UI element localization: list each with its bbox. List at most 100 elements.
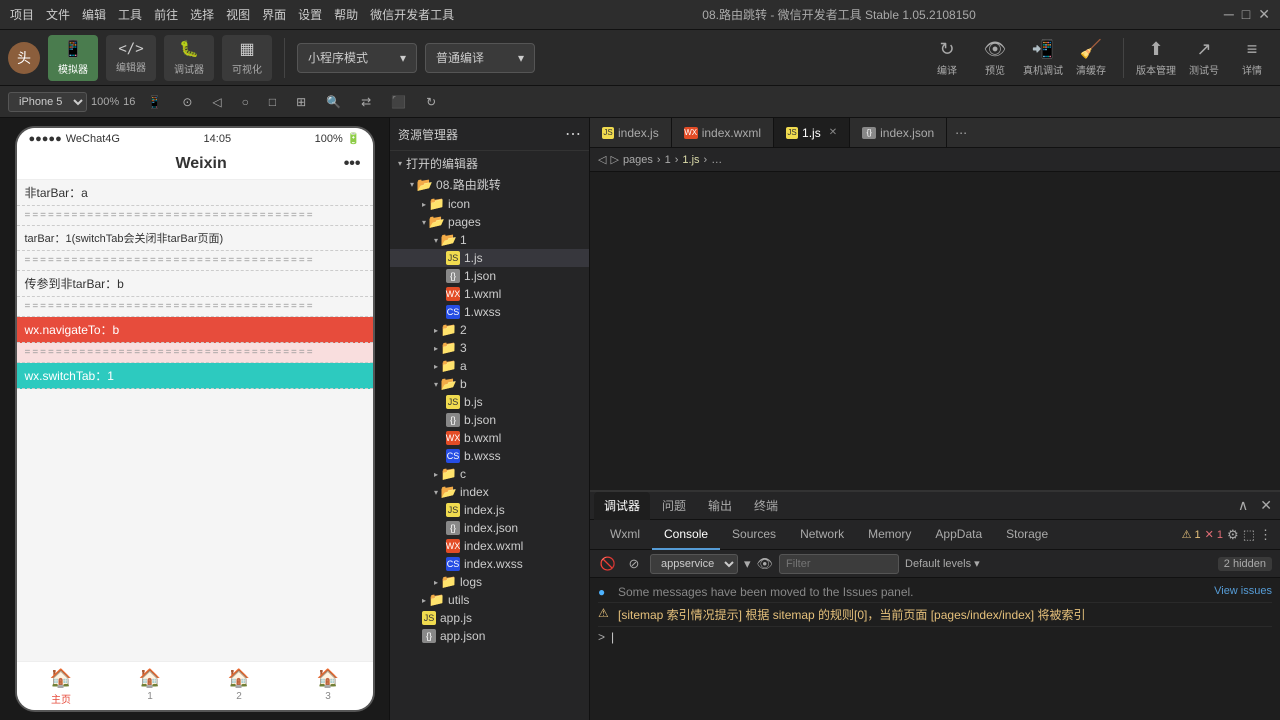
menu-select[interactable]: 选择 <box>190 6 214 23</box>
version-button[interactable]: ⬆ 版本管理 <box>1136 39 1176 77</box>
tab-index-json[interactable]: {} index.json <box>850 118 947 148</box>
menu-tool[interactable]: 工具 <box>118 6 142 23</box>
tab-more[interactable]: ⋯ <box>947 126 975 140</box>
panel-tab-network[interactable]: Network <box>788 520 856 550</box>
explorer-item-index-wxml[interactable]: WX index.wxml <box>390 537 589 555</box>
explorer-item-1-wxss[interactable]: CS 1.wxss <box>390 303 589 321</box>
compile-dropdown[interactable]: 普通编译 ▾ <box>425 43 535 73</box>
clean-cache-button[interactable]: 🧹 清缓存 <box>1071 39 1111 77</box>
editor-button[interactable]: </> 编辑器 <box>106 35 156 81</box>
maximize-button[interactable]: □ <box>1242 6 1250 23</box>
explorer-item-b-wxml[interactable]: WX b.wxml <box>390 429 589 447</box>
fullscreen-btn[interactable]: □ <box>261 90 284 114</box>
tabbar-home[interactable]: 🏠 主页 <box>17 662 106 710</box>
breadcrumb-1[interactable]: 1 <box>665 154 671 166</box>
menu-view[interactable]: 视图 <box>226 6 250 23</box>
breadcrumb-dots[interactable]: … <box>711 154 722 166</box>
hidden-count-badge[interactable]: 2 hidden <box>1218 557 1272 571</box>
panel-close-btn[interactable]: ✕ <box>1256 497 1276 514</box>
explorer-item-08-路由跳转[interactable]: ▾📂 08.路由跳转 <box>390 174 589 195</box>
back-btn[interactable]: ◁ <box>204 90 229 114</box>
console-filter-btn[interactable]: ⊘ <box>624 554 644 574</box>
panel-settings-icon[interactable]: ⚙ <box>1227 527 1239 543</box>
debugger-button[interactable]: 🐛 调试器 <box>164 35 214 81</box>
devtools-tab-terminal[interactable]: 终端 <box>744 492 788 520</box>
menu-settings[interactable]: 设置 <box>298 6 322 23</box>
error-count-badge[interactable]: ✕ 1 <box>1205 528 1223 541</box>
explorer-item-index-wxss[interactable]: CS index.wxss <box>390 555 589 573</box>
menu-project[interactable]: 项目 <box>10 6 34 23</box>
menu-wechat[interactable]: 微信开发者工具 <box>370 6 454 23</box>
explorer-item-1-js[interactable]: JS 1.js <box>390 249 589 267</box>
phone-content[interactable]: 非tarBar：a ==============================… <box>17 180 373 661</box>
menu-interface[interactable]: 界面 <box>262 6 286 23</box>
menu-goto[interactable]: 前往 <box>154 6 178 23</box>
detail-button[interactable]: ≡ 详情 <box>1232 39 1272 77</box>
real-debug-button[interactable]: 📲 真机调试 <box>1023 39 1063 77</box>
console-eye-icon[interactable]: 👁 <box>757 556 774 572</box>
tabbar-1[interactable]: 🏠 1 <box>106 662 195 710</box>
view-issues-link[interactable]: View issues <box>1214 585 1272 597</box>
tab-index-js[interactable]: JS index.js <box>590 118 672 148</box>
explorer-item-打开的编辑器[interactable]: ▾打开的编辑器 <box>390 153 589 174</box>
close-tab-1-js[interactable]: ✕ <box>829 127 837 138</box>
close-button[interactable]: ✕ <box>1258 6 1270 23</box>
explorer-item-utils[interactable]: ▸📁 utils <box>390 591 589 609</box>
search-btn[interactable]: 🔍 <box>318 90 349 114</box>
window-controls[interactable]: ─ □ ✕ <box>1224 6 1270 23</box>
tab-1-js[interactable]: JS 1.js ✕ <box>774 118 850 148</box>
devtools-tab-debugger[interactable]: 调试器 <box>594 492 650 520</box>
rotate-btn[interactable]: ⇄ <box>353 90 379 114</box>
breadcrumb-nav-fwd[interactable]: ▷ <box>610 153 618 166</box>
minimize-button[interactable]: ─ <box>1224 6 1234 23</box>
breadcrumb-pages[interactable]: pages <box>623 154 653 166</box>
panel-dock-icon[interactable]: ⬚ <box>1243 527 1255 543</box>
panel-tab-wxml[interactable]: Wxml <box>598 520 652 550</box>
explorer-item-2[interactable]: ▸📁 2 <box>390 321 589 339</box>
panel-tab-sources[interactable]: Sources <box>720 520 788 550</box>
console-filter-input[interactable] <box>779 554 899 574</box>
grid-btn[interactable]: ⊞ <box>288 90 314 114</box>
tabbar-3[interactable]: 🏠 3 <box>284 662 373 710</box>
panel-collapse-btn[interactable]: ∧ <box>1234 497 1252 514</box>
device-select[interactable]: iPhone 5 iPhone 6 iPhone X <box>8 92 87 112</box>
menu-help[interactable]: 帮助 <box>334 6 358 23</box>
warning-count-badge[interactable]: ⚠ 1 <box>1182 528 1201 541</box>
explorer-item-1-wxml[interactable]: WX 1.wxml <box>390 285 589 303</box>
menu-bar[interactable]: 项目 文件 编辑 工具 前往 选择 视图 界面 设置 帮助 微信开发者工具 <box>10 6 454 23</box>
console-input-line[interactable]: > | <box>598 627 1272 647</box>
explorer-item-app-js[interactable]: JS app.js <box>390 609 589 627</box>
explorer-item-app-json[interactable]: {} app.json <box>390 627 589 645</box>
preview-button[interactable]: 👁 预览 <box>975 39 1015 77</box>
explorer-item-pages[interactable]: ▾📂 pages <box>390 213 589 231</box>
devtools-tab-output[interactable]: 输出 <box>698 492 742 520</box>
mode-dropdown[interactable]: 小程序模式 ▾ <box>297 43 417 73</box>
dark-btn[interactable]: ⬛ <box>383 90 414 114</box>
panel-overflow-icon[interactable]: ⋮ <box>1259 527 1272 543</box>
explorer-item-3[interactable]: ▸📁 3 <box>390 339 589 357</box>
simulator-button[interactable]: 📱 模拟器 <box>48 35 98 81</box>
tabbar-2[interactable]: 🏠 2 <box>195 662 284 710</box>
panel-tab-console[interactable]: Console <box>652 520 720 550</box>
compile-button[interactable]: ↻ 编译 <box>927 39 967 77</box>
breadcrumb-1js[interactable]: 1.js <box>682 154 699 166</box>
refresh-btn[interactable]: ↻ <box>418 90 444 114</box>
explorer-item-c[interactable]: ▸📁 c <box>390 465 589 483</box>
panel-tab-memory[interactable]: Memory <box>856 520 923 550</box>
explorer-item-index-js[interactable]: JS index.js <box>390 501 589 519</box>
test-button[interactable]: ↗ 测试号 <box>1184 39 1224 77</box>
explorer-item-1[interactable]: ▾📂 1 <box>390 231 589 249</box>
explorer-item-b-json[interactable]: {} b.json <box>390 411 589 429</box>
default-levels-select[interactable]: Default levels ▾ <box>905 557 980 570</box>
visual-button[interactable]: ▦ 可视化 <box>222 35 272 81</box>
console-clear-btn[interactable]: 🚫 <box>598 554 618 574</box>
explorer-item-icon[interactable]: ▸📁 icon <box>390 195 589 213</box>
phone-tabbar[interactable]: 🏠 主页 🏠 1 🏠 2 🏠 3 <box>17 661 373 710</box>
breadcrumb-nav-back[interactable]: ◁ <box>598 153 606 166</box>
explorer-item-index[interactable]: ▾📂 index <box>390 483 589 501</box>
stop-btn[interactable]: ⊙ <box>174 90 200 114</box>
explorer-item-1-json[interactable]: {} 1.json <box>390 267 589 285</box>
explorer-item-b[interactable]: ▾📂 b <box>390 375 589 393</box>
explorer-item-index-json[interactable]: {} index.json <box>390 519 589 537</box>
code-editor[interactable] <box>630 172 1280 490</box>
